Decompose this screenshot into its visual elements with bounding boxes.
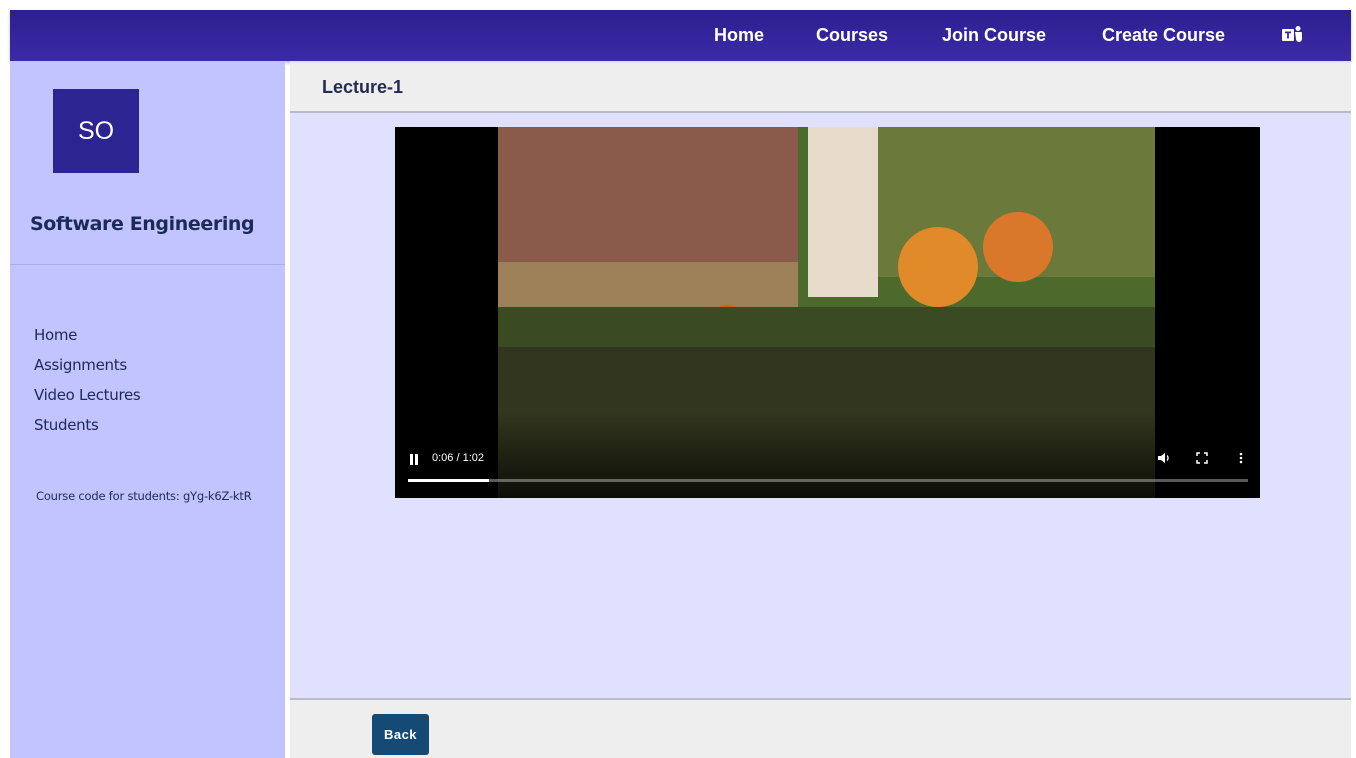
sidebar-item-assignments[interactable]: Assignments	[34, 356, 127, 374]
teams-icon[interactable]	[1282, 25, 1304, 45]
course-name: Software Engineering	[30, 213, 255, 235]
video-progress-bar[interactable]	[408, 479, 1248, 482]
nav-home[interactable]: Home	[714, 10, 764, 61]
course-code-text: Course code for students: gYg-k6Z-ktR	[36, 489, 252, 503]
more-options-icon[interactable]	[1234, 451, 1248, 465]
lecture-header: Lecture-1	[290, 63, 1351, 113]
nav-join-course[interactable]: Join Course	[942, 10, 1046, 61]
top-nav-bar: Home Courses Join Course Create Course	[10, 10, 1351, 61]
fullscreen-icon[interactable]	[1195, 451, 1209, 465]
sidebar-item-home[interactable]: Home	[34, 326, 77, 344]
video-time: 0:06 / 1:02	[432, 452, 484, 464]
back-button[interactable]: Back	[372, 714, 429, 755]
sidebar-divider	[10, 264, 285, 265]
sidebar-item-students[interactable]: Students	[34, 416, 99, 434]
nav-create-course[interactable]: Create Course	[1102, 10, 1225, 61]
main-content: Lecture-1 0:06 / 1:02 Back	[290, 61, 1351, 758]
sidebar-item-video-lectures[interactable]: Video Lectures	[34, 386, 141, 404]
video-progress-fill	[408, 479, 490, 482]
video-player[interactable]: 0:06 / 1:02	[395, 127, 1260, 498]
pause-icon[interactable]	[409, 454, 419, 465]
video-controls-overlay	[395, 412, 1260, 498]
sidebar: SO Software Engineering Home Assignments…	[10, 61, 285, 758]
footer-bar: Back	[290, 698, 1351, 758]
nav-courses[interactable]: Courses	[816, 10, 888, 61]
volume-icon[interactable]	[1157, 451, 1171, 465]
lecture-title: Lecture-1	[322, 77, 404, 97]
course-avatar: SO	[53, 89, 139, 173]
